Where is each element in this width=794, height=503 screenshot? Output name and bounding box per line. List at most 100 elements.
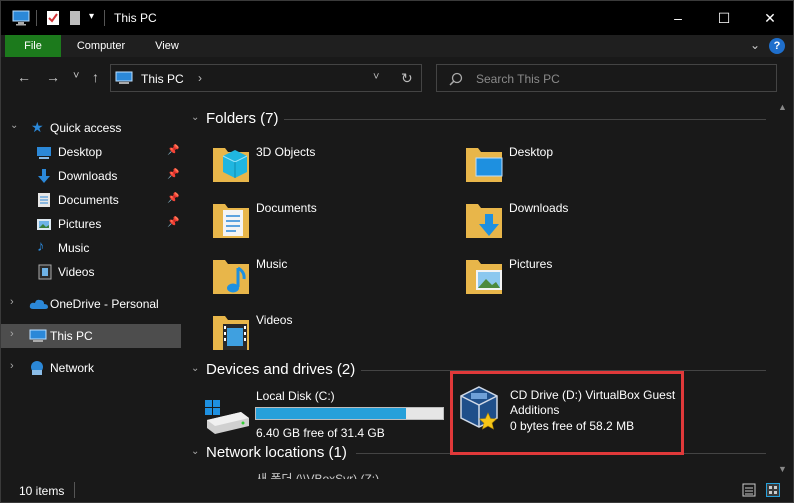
navigation-bar: ← → ˅ ↑ This PC › ˅ ↻ Search This PC <box>1 57 793 98</box>
chevron-right-icon[interactable]: › <box>10 360 14 372</box>
recent-locations-button[interactable]: ˅ <box>73 70 79 82</box>
help-icon[interactable]: ? <box>769 38 785 54</box>
up-button[interactable]: ↑ <box>92 69 99 85</box>
folder-label: Pictures <box>509 257 553 271</box>
folder-label: Desktop <box>509 145 554 159</box>
drive-name: Local Disk (C:) <box>256 389 335 403</box>
pin-icon: 📌 <box>167 169 180 180</box>
tab-computer[interactable]: Computer <box>67 35 135 57</box>
music-folder-icon <box>213 260 249 294</box>
title-separator <box>36 10 37 26</box>
chevron-down-icon[interactable]: ⌄ <box>191 112 199 123</box>
refresh-icon[interactable]: ↻ <box>401 70 413 87</box>
tiles-view-icon[interactable] <box>766 483 780 497</box>
navigation-pane: ⌄ ★ Quick access Desktop 📌 Downloads 📌 D… <box>1 98 181 479</box>
sidebar-item-videos[interactable]: Videos <box>1 260 181 284</box>
new-folder-icon[interactable] <box>69 10 81 26</box>
this-pc-icon <box>29 329 47 342</box>
folder-label: 3D Objects <box>256 145 316 159</box>
sidebar-item-label: OneDrive - Personal <box>50 297 159 311</box>
ribbon-tabs: File Computer View ⌄ ? <box>1 35 793 57</box>
divider <box>284 119 766 120</box>
group-label: Devices and drives (2) <box>206 361 356 378</box>
sidebar-item-label: Pictures <box>58 217 102 231</box>
scroll-down-icon[interactable]: ▼ <box>778 464 787 474</box>
folder-documents[interactable]: Documents <box>211 196 461 250</box>
details-view-icon[interactable] <box>742 483 756 497</box>
close-button[interactable]: ✕ <box>747 1 793 35</box>
folder-videos[interactable]: Videos <box>211 308 461 362</box>
maximize-button[interactable]: ☐ <box>701 1 747 35</box>
drive-local-disk-c[interactable]: Local Disk (C:) 6.40 GB free of 31.4 GB <box>201 386 466 440</box>
documents-icon <box>38 193 50 207</box>
music-icon: ♪ <box>37 238 45 255</box>
back-button[interactable]: ← <box>17 69 31 85</box>
properties-icon[interactable] <box>46 10 60 26</box>
sidebar-item-pictures[interactable]: Pictures 📌 <box>1 212 181 236</box>
folder-label: Documents <box>256 201 317 215</box>
scroll-up-icon[interactable]: ▲ <box>778 102 787 112</box>
chevron-right-icon[interactable]: › <box>10 328 14 340</box>
tab-view[interactable]: View <box>145 35 189 57</box>
pin-icon: 📌 <box>167 145 180 156</box>
folder-downloads[interactable]: Downloads <box>464 196 714 250</box>
documents-folder-icon <box>213 204 249 238</box>
drive-free-space: 6.40 GB free of 31.4 GB <box>256 426 385 440</box>
divider <box>74 482 75 498</box>
sidebar-item-documents[interactable]: Documents 📌 <box>1 188 181 212</box>
desktop-icon <box>37 147 51 159</box>
chevron-right-icon[interactable]: › <box>10 296 14 308</box>
local-disk-icon <box>205 400 249 434</box>
chevron-down-icon[interactable]: ⌄ <box>750 38 760 52</box>
downloads-icon <box>38 169 50 183</box>
group-header-folders[interactable]: ⌄ Folders (7) <box>181 108 773 130</box>
breadcrumb-separator-icon[interactable]: › <box>198 71 202 85</box>
sidebar-item-onedrive[interactable]: › OneDrive - Personal <box>1 292 181 316</box>
highlight-box <box>450 371 684 455</box>
group-label: Network locations (1) <box>206 444 347 461</box>
minimize-button[interactable]: – <box>655 1 701 35</box>
sidebar-item-music[interactable]: ♪ Music <box>1 236 181 260</box>
forward-button[interactable]: → <box>46 69 60 85</box>
address-dropdown-icon[interactable]: ˅ <box>373 71 379 83</box>
search-box[interactable]: Search This PC <box>436 64 777 92</box>
pictures-icon <box>37 219 51 230</box>
sidebar-item-label: Network <box>50 361 95 375</box>
sidebar-item-label: Downloads <box>58 169 118 183</box>
chevron-down-icon[interactable]: ⌄ <box>191 363 199 374</box>
sidebar-item-label: Quick access <box>50 121 122 135</box>
videos-icon <box>38 264 52 280</box>
sidebar-item-label: Desktop <box>58 145 103 159</box>
folder-label: Videos <box>256 313 293 327</box>
sidebar-item-quick-access[interactable]: ⌄ ★ Quick access <box>1 116 181 140</box>
downloads-folder-icon <box>466 204 502 238</box>
folder-3d-objects[interactable]: 3D Objects <box>211 140 461 194</box>
chevron-down-icon[interactable]: ⌄ <box>191 446 199 457</box>
address-bar[interactable]: This PC › ˅ ↻ <box>110 64 422 92</box>
breadcrumb-this-pc[interactable]: This PC <box>141 72 184 86</box>
title-separator-2 <box>104 10 105 26</box>
group-label: Folders (7) <box>206 110 279 127</box>
sidebar-item-label: This PC <box>50 329 93 343</box>
chevron-down-icon[interactable]: ⌄ <box>10 120 18 131</box>
network-location-partial[interactable]: 새 폴더 (\\VBoxSvr) (Z:) <box>256 470 379 479</box>
folder-pictures[interactable]: Pictures <box>464 252 714 306</box>
sidebar-item-downloads[interactable]: Downloads 📌 <box>1 164 181 188</box>
sidebar-item-network[interactable]: › Network <box>1 356 181 380</box>
tab-file[interactable]: File <box>5 35 61 57</box>
vertical-scrollbar[interactable]: ▲ ▼ <box>773 98 793 479</box>
sidebar-item-desktop[interactable]: Desktop 📌 <box>1 140 181 164</box>
status-bar: 10 items <box>1 479 793 502</box>
customize-toolbar-icon[interactable]: ▾ <box>89 11 94 22</box>
title-bar: ▾ This PC – ☐ ✕ <box>1 1 793 35</box>
this-pc-icon <box>115 71 133 84</box>
desktop-folder-icon <box>466 148 503 182</box>
folder-music[interactable]: Music <box>211 252 461 306</box>
videos-folder-icon <box>213 316 249 350</box>
pictures-folder-icon <box>466 260 502 294</box>
folder-desktop[interactable]: Desktop <box>464 140 714 194</box>
sidebar-item-label: Videos <box>58 265 95 279</box>
folder-label: Downloads <box>509 201 569 215</box>
sidebar-item-this-pc[interactable]: › This PC <box>1 324 181 348</box>
folder-label: Music <box>256 257 288 271</box>
